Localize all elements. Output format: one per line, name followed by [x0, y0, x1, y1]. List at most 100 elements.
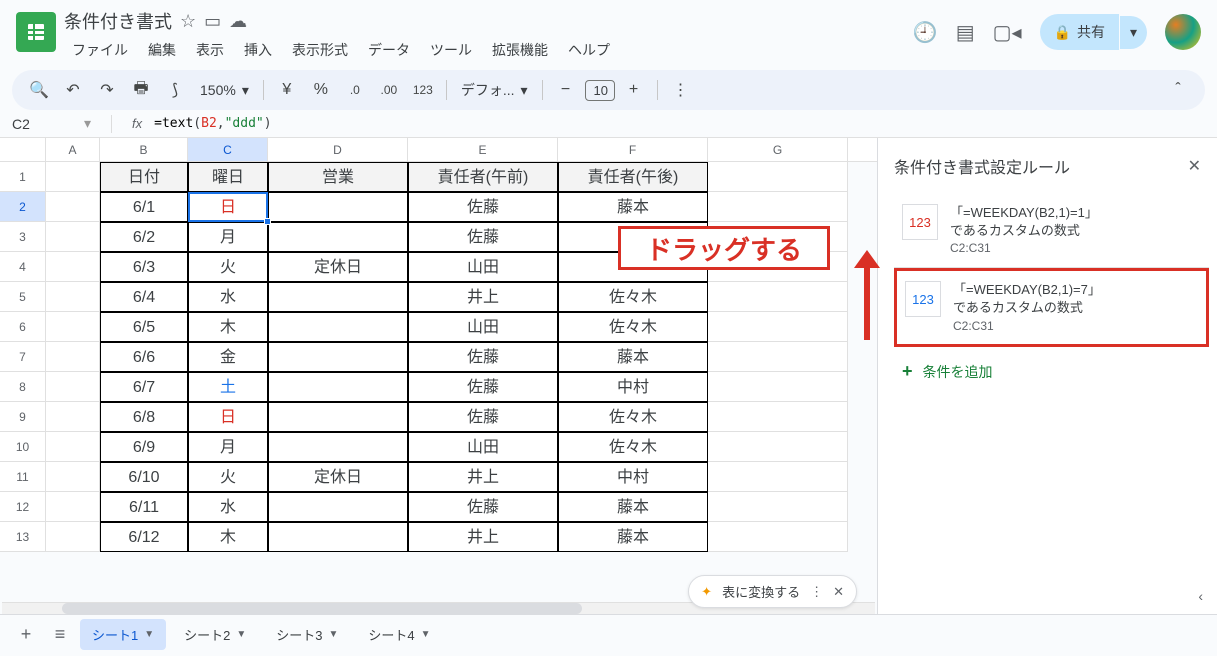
- row-header[interactable]: 4: [0, 252, 46, 282]
- more-icon[interactable]: ⋮: [810, 584, 823, 600]
- cell[interactable]: [708, 492, 848, 522]
- cell[interactable]: 中村: [558, 462, 708, 492]
- row-header[interactable]: 5: [0, 282, 46, 312]
- row-header[interactable]: 7: [0, 342, 46, 372]
- cell[interactable]: [708, 432, 848, 462]
- rule-card[interactable]: 123「=WEEKDAY(B2,1)=7」であるカスタムの数式C2:C31: [894, 268, 1209, 347]
- tab-menu-icon[interactable]: ▼: [144, 629, 154, 640]
- add-sheet-icon[interactable]: +: [12, 621, 40, 649]
- cell[interactable]: [708, 342, 848, 372]
- history-icon[interactable]: 🕘: [913, 20, 938, 45]
- doc-title[interactable]: 条件付き書式: [64, 8, 172, 34]
- cell[interactable]: 山田: [408, 312, 558, 342]
- cell[interactable]: 定休日: [268, 462, 408, 492]
- cell[interactable]: 日: [188, 402, 268, 432]
- rule-card[interactable]: 123「=WEEKDAY(B2,1)=1」であるカスタムの数式C2:C31: [894, 194, 1209, 268]
- cell[interactable]: 木: [188, 312, 268, 342]
- font-select[interactable]: デフォ... ▾: [455, 80, 534, 100]
- select-all-corner[interactable]: [0, 138, 46, 161]
- cell[interactable]: 佐藤: [408, 192, 558, 222]
- currency-icon[interactable]: ¥: [272, 75, 302, 105]
- cell[interactable]: 山田: [408, 252, 558, 282]
- row-header[interactable]: 12: [0, 492, 46, 522]
- cell[interactable]: 月: [188, 432, 268, 462]
- cell[interactable]: 6/11: [100, 492, 188, 522]
- tab-menu-icon[interactable]: ▼: [421, 629, 431, 640]
- cell[interactable]: 月: [188, 222, 268, 252]
- cell[interactable]: [46, 282, 100, 312]
- menu-item[interactable]: 拡張機能: [484, 36, 556, 64]
- zoom-select[interactable]: 150% ▾: [194, 82, 255, 99]
- font-size-input[interactable]: 10: [585, 80, 615, 101]
- cell[interactable]: [268, 492, 408, 522]
- cell[interactable]: [268, 342, 408, 372]
- cell[interactable]: 金: [188, 342, 268, 372]
- cell[interactable]: 佐々木: [558, 282, 708, 312]
- cell[interactable]: 井上: [408, 522, 558, 552]
- paint-format-icon[interactable]: ⟆: [160, 75, 190, 105]
- cell[interactable]: [708, 282, 848, 312]
- cell[interactable]: 中村: [558, 372, 708, 402]
- row-header[interactable]: 2: [0, 192, 46, 222]
- cell[interactable]: 佐藤: [408, 222, 558, 252]
- comment-icon[interactable]: ▤: [956, 20, 975, 45]
- close-sidebar-icon[interactable]: ✕: [1188, 156, 1201, 176]
- tab-menu-icon[interactable]: ▼: [329, 629, 339, 640]
- cell[interactable]: [708, 462, 848, 492]
- sidebar-expand-icon[interactable]: ‹: [1198, 588, 1203, 604]
- menu-item[interactable]: データ: [360, 36, 418, 64]
- menu-item[interactable]: 表示形式: [284, 36, 356, 64]
- horizontal-scrollbar-thumb[interactable]: [62, 603, 582, 614]
- menu-item[interactable]: 編集: [140, 36, 184, 64]
- cell[interactable]: [708, 372, 848, 402]
- collapse-toolbar-icon[interactable]: ˆ: [1163, 75, 1193, 105]
- cell[interactable]: 営業: [268, 162, 408, 192]
- share-button[interactable]: 🔒 共有: [1040, 14, 1119, 50]
- cell[interactable]: 火: [188, 462, 268, 492]
- cell[interactable]: [46, 162, 100, 192]
- all-sheets-icon[interactable]: ≡: [46, 621, 74, 649]
- cell[interactable]: 6/9: [100, 432, 188, 462]
- formula-input[interactable]: =text(B2,"ddd"): [154, 116, 271, 131]
- cell[interactable]: [46, 522, 100, 552]
- spreadsheet-grid[interactable]: A B C D E F G 1日付曜日営業責任者(午前)責任者(午後)26/1日…: [0, 138, 877, 614]
- cell[interactable]: [708, 522, 848, 552]
- menu-item[interactable]: 表示: [188, 36, 232, 64]
- meet-icon[interactable]: ▢◂: [993, 20, 1022, 45]
- cell[interactable]: [268, 522, 408, 552]
- sheet-tab[interactable]: シート4 ▼: [356, 619, 442, 650]
- percent-icon[interactable]: %: [306, 75, 336, 105]
- cell[interactable]: [268, 372, 408, 402]
- add-rule-button[interactable]: + 条件を追加: [894, 347, 1209, 396]
- close-icon[interactable]: ✕: [833, 584, 844, 600]
- cell[interactable]: [268, 402, 408, 432]
- cell[interactable]: 佐藤: [408, 492, 558, 522]
- name-box[interactable]: C2: [12, 116, 72, 132]
- cell[interactable]: 藤本: [558, 342, 708, 372]
- cell[interactable]: 6/6: [100, 342, 188, 372]
- row-header[interactable]: 8: [0, 372, 46, 402]
- increase-decimal-icon[interactable]: .00: [374, 75, 404, 105]
- cell[interactable]: [46, 402, 100, 432]
- cell[interactable]: [268, 312, 408, 342]
- cell[interactable]: 日: [188, 192, 268, 222]
- cell[interactable]: 佐々木: [558, 432, 708, 462]
- cell[interactable]: 水: [188, 282, 268, 312]
- share-dropdown[interactable]: ▾: [1120, 16, 1147, 49]
- cell[interactable]: 土: [188, 372, 268, 402]
- cell[interactable]: [708, 162, 848, 192]
- cell[interactable]: [708, 402, 848, 432]
- col-header[interactable]: A: [46, 138, 100, 161]
- cell[interactable]: [46, 192, 100, 222]
- more-toolbar-icon[interactable]: ⋮: [666, 75, 696, 105]
- cell[interactable]: 6/5: [100, 312, 188, 342]
- col-header[interactable]: B: [100, 138, 188, 161]
- cell[interactable]: [46, 312, 100, 342]
- row-header[interactable]: 6: [0, 312, 46, 342]
- row-header[interactable]: 9: [0, 402, 46, 432]
- menu-item[interactable]: ツール: [422, 36, 480, 64]
- cell[interactable]: [46, 372, 100, 402]
- fill-handle[interactable]: [264, 218, 271, 225]
- cell[interactable]: 6/8: [100, 402, 188, 432]
- tab-menu-icon[interactable]: ▼: [236, 629, 246, 640]
